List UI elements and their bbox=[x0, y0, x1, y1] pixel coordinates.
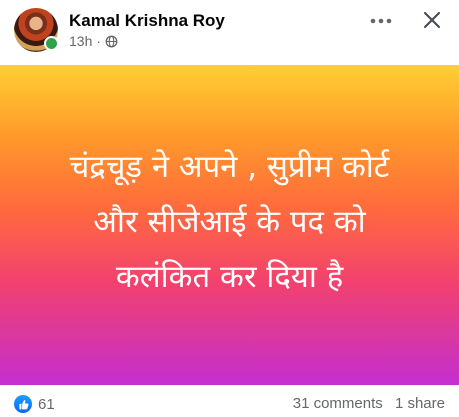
post-footer: 61 31 comments 1 share bbox=[0, 385, 459, 417]
post-message-line-2: और सीजेआई के पद को bbox=[93, 203, 366, 240]
close-post-button[interactable] bbox=[417, 5, 447, 35]
post-message: चंद्रचूड़ ने अपने , सुप्रीम कोर्ट और सीज… bbox=[30, 140, 430, 305]
post-header: Kamal Krishna Roy 13h · bbox=[0, 0, 459, 62]
facebook-post: Kamal Krishna Roy 13h · चंद्रचूड़ ने अपन… bbox=[0, 0, 459, 417]
like-reaction-icon bbox=[14, 395, 32, 413]
post-meta: 13h · bbox=[69, 33, 118, 49]
engagement-counts: 31 comments 1 share bbox=[293, 395, 445, 412]
more-horizontal-icon bbox=[370, 18, 392, 24]
post-message-line-1: चंद्रचूड़ ने अपने , सुप्रीम कोर्ट bbox=[69, 148, 390, 185]
post-time[interactable]: 13h bbox=[69, 33, 92, 49]
online-status-indicator bbox=[44, 36, 59, 51]
shares-count[interactable]: 1 share bbox=[395, 395, 445, 412]
close-icon bbox=[423, 11, 441, 29]
meta-separator: · bbox=[96, 33, 102, 49]
comments-count[interactable]: 31 comments bbox=[293, 395, 383, 412]
reaction-count: 61 bbox=[38, 395, 55, 413]
more-options-button[interactable] bbox=[366, 6, 396, 36]
reactions-summary[interactable]: 61 bbox=[14, 395, 55, 413]
author-name[interactable]: Kamal Krishna Roy bbox=[69, 11, 225, 31]
globe-icon[interactable] bbox=[105, 35, 118, 48]
post-message-line-3: कलंकित कर दिया है bbox=[115, 258, 344, 295]
author-avatar[interactable] bbox=[14, 8, 59, 52]
post-text-background[interactable]: चंद्रचूड़ ने अपने , सुप्रीम कोर्ट और सीज… bbox=[0, 65, 459, 385]
